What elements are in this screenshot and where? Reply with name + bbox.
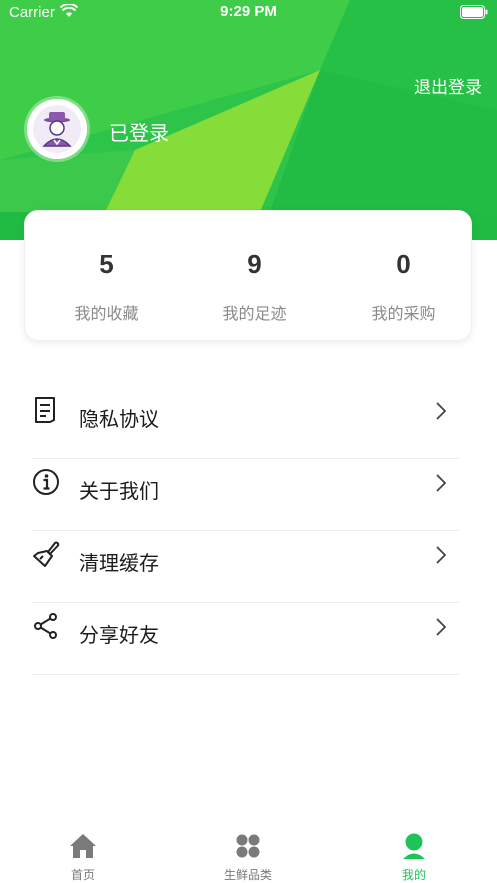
grid-icon	[236, 834, 260, 858]
tab-label: 生鲜品类	[223, 868, 272, 882]
user-icon	[403, 833, 425, 859]
menu-label: 隐私协议	[79, 407, 159, 431]
status-time: 9:29 PM	[220, 3, 277, 20]
stat-value: 9	[247, 249, 262, 279]
avatar-icon	[27, 99, 87, 159]
stat-value: 5	[99, 249, 114, 279]
tab-bar: 首页 生鲜品类 我的	[0, 825, 497, 883]
avatar[interactable]	[27, 99, 87, 159]
menu-item-share[interactable]: 分享好友	[32, 603, 459, 675]
logout-button[interactable]: 退出登录	[414, 73, 482, 98]
menu-item-about[interactable]: 关于我们	[32, 459, 459, 531]
info-icon	[33, 469, 59, 495]
home-icon	[70, 834, 96, 858]
chevron-right-icon	[436, 474, 447, 492]
share-icon	[34, 613, 57, 639]
stat-label: 我的采购	[371, 304, 436, 323]
menu-label: 关于我们	[79, 479, 159, 503]
tab-label: 首页	[70, 868, 95, 882]
document-icon	[35, 397, 55, 423]
menu-item-clear-cache[interactable]: 清理缓存	[32, 531, 459, 603]
chevron-right-icon	[436, 618, 447, 636]
chevron-right-icon	[436, 546, 447, 564]
menu-label: 清理缓存	[79, 551, 159, 575]
profile-header: Carrier 9:29 PM 退出登录 已登录	[0, 0, 497, 240]
stats-card: 5 我的收藏 9 我的足迹 0 我的采购	[24, 210, 472, 341]
stat-label: 我的收藏	[74, 304, 139, 323]
broom-icon	[33, 541, 60, 567]
stat-purchases[interactable]: 0 我的采购	[329, 211, 478, 342]
stat-label: 我的足迹	[222, 304, 287, 323]
tab-mine[interactable]: 我的	[331, 825, 497, 883]
user-name: 已登录	[109, 121, 169, 145]
settings-menu: 隐私协议 关于我们 清理缓存 分享好友	[32, 387, 459, 675]
battery-icon	[460, 5, 488, 19]
chevron-right-icon	[436, 402, 447, 420]
menu-item-privacy[interactable]: 隐私协议	[32, 387, 459, 459]
stat-history[interactable]: 9 我的足迹	[180, 211, 329, 342]
stat-value: 0	[396, 249, 411, 279]
status-bar: Carrier 9:29 PM	[0, 0, 497, 26]
tab-categories[interactable]: 生鲜品类	[165, 825, 331, 883]
menu-label: 分享好友	[79, 623, 159, 647]
stat-favorites[interactable]: 5 我的收藏	[32, 211, 181, 342]
tab-home[interactable]: 首页	[0, 825, 166, 883]
tab-label: 我的	[401, 868, 426, 882]
